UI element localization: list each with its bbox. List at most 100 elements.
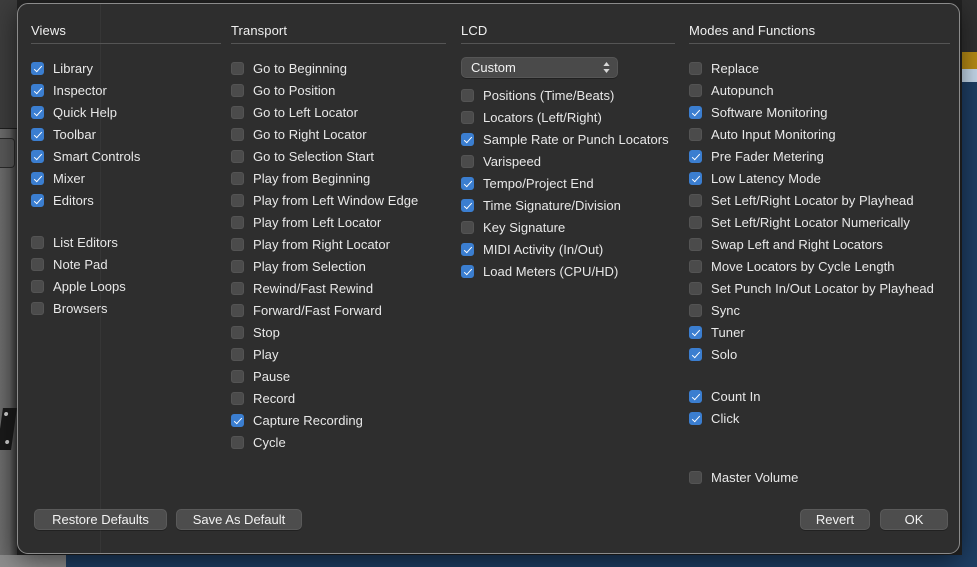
checkbox-row[interactable]: Autopunch [689,79,949,101]
checkbox-row[interactable]: Low Latency Mode [689,167,949,189]
checkbox-checked-icon[interactable] [689,105,702,119]
checkbox-unchecked-icon[interactable] [461,88,474,102]
checkbox-unchecked-icon[interactable] [231,83,244,97]
checkbox-unchecked-icon[interactable] [231,391,244,405]
checkbox-row[interactable]: Pre Fader Metering [689,145,949,167]
checkbox-row[interactable]: Toolbar [31,123,221,145]
checkbox-row[interactable]: Load Meters (CPU/HD) [461,260,681,282]
checkbox-row[interactable]: Forward/Fast Forward [231,299,456,321]
checkbox-unchecked-icon[interactable] [231,435,244,449]
checkbox-row[interactable]: Set Left/Right Locator Numerically [689,211,949,233]
checkbox-row[interactable]: Mixer [31,167,221,189]
checkbox-row[interactable]: Move Locators by Cycle Length [689,255,949,277]
checkbox-checked-icon[interactable] [31,193,44,207]
restore-defaults-button[interactable]: Restore Defaults [34,509,167,530]
checkbox-unchecked-icon[interactable] [231,193,244,207]
checkbox-checked-icon[interactable] [31,83,44,97]
revert-button[interactable]: Revert [800,509,870,530]
checkbox-row[interactable]: Go to Position [231,79,456,101]
checkbox-unchecked-icon[interactable] [231,281,244,295]
checkbox-unchecked-icon[interactable] [231,171,244,185]
checkbox-unchecked-icon[interactable] [689,127,702,141]
checkbox-row[interactable]: Set Left/Right Locator by Playhead [689,189,949,211]
checkbox-row[interactable]: Auto Input Monitoring [689,123,949,145]
checkbox-row[interactable]: Record [231,387,456,409]
checkbox-row[interactable]: Sync [689,299,949,321]
checkbox-row[interactable]: Play [231,343,456,365]
checkbox-row[interactable]: Key Signature [461,216,681,238]
checkbox-unchecked-icon[interactable] [689,237,702,251]
checkbox-unchecked-icon[interactable] [231,237,244,251]
checkbox-unchecked-icon[interactable] [231,149,244,163]
checkbox-row[interactable]: Positions (Time/Beats) [461,84,681,106]
checkbox-row[interactable]: Master Volume [689,466,949,488]
checkbox-row[interactable]: Go to Selection Start [231,145,456,167]
checkbox-unchecked-icon[interactable] [231,325,244,339]
checkbox-row[interactable]: Apple Loops [31,275,221,297]
checkbox-row[interactable]: Sample Rate or Punch Locators [461,128,681,150]
checkbox-row[interactable]: Software Monitoring [689,101,949,123]
checkbox-row[interactable]: Cycle [231,431,456,453]
checkbox-row[interactable]: Set Punch In/Out Locator by Playhead [689,277,949,299]
checkbox-unchecked-icon[interactable] [689,281,702,295]
checkbox-unchecked-icon[interactable] [461,154,474,168]
checkbox-row[interactable]: Play from Beginning [231,167,456,189]
checkbox-row[interactable]: Inspector [31,79,221,101]
checkbox-unchecked-icon[interactable] [689,259,702,273]
save-as-default-button[interactable]: Save As Default [176,509,302,530]
checkbox-row[interactable]: Varispeed [461,150,681,172]
lcd-preset-popup[interactable]: Custom [461,57,618,78]
checkbox-unchecked-icon[interactable] [31,301,44,315]
checkbox-checked-icon[interactable] [689,149,702,163]
checkbox-checked-icon[interactable] [31,127,44,141]
checkbox-checked-icon[interactable] [31,105,44,119]
checkbox-unchecked-icon[interactable] [231,369,244,383]
checkbox-unchecked-icon[interactable] [689,215,702,229]
checkbox-unchecked-icon[interactable] [231,61,244,75]
checkbox-row[interactable]: Editors [31,189,221,211]
checkbox-row[interactable]: Go to Right Locator [231,123,456,145]
checkbox-checked-icon[interactable] [689,325,702,339]
checkbox-row[interactable]: Browsers [31,297,221,319]
checkbox-row[interactable]: Stop [231,321,456,343]
checkbox-unchecked-icon[interactable] [231,105,244,119]
checkbox-checked-icon[interactable] [689,171,702,185]
checkbox-row[interactable]: Go to Left Locator [231,101,456,123]
checkbox-row[interactable]: Library [31,57,221,79]
checkbox-checked-icon[interactable] [31,61,44,75]
checkbox-unchecked-icon[interactable] [689,303,702,317]
checkbox-row[interactable]: Play from Selection [231,255,456,277]
checkbox-unchecked-icon[interactable] [689,470,702,484]
checkbox-unchecked-icon[interactable] [689,83,702,97]
checkbox-unchecked-icon[interactable] [231,259,244,273]
checkbox-row[interactable]: Play from Left Window Edge [231,189,456,211]
checkbox-checked-icon[interactable] [461,264,474,278]
checkbox-checked-icon[interactable] [461,132,474,146]
checkbox-unchecked-icon[interactable] [231,347,244,361]
checkbox-row[interactable]: Pause [231,365,456,387]
checkbox-row[interactable]: Count In [689,385,949,407]
checkbox-row[interactable]: List Editors [31,231,221,253]
checkbox-row[interactable]: Time Signature/Division [461,194,681,216]
checkbox-unchecked-icon[interactable] [461,220,474,234]
checkbox-row[interactable]: Quick Help [31,101,221,123]
checkbox-row[interactable]: Play from Left Locator [231,211,456,233]
checkbox-row[interactable]: Capture Recording [231,409,456,431]
checkbox-unchecked-icon[interactable] [689,61,702,75]
checkbox-unchecked-icon[interactable] [231,127,244,141]
checkbox-row[interactable]: Rewind/Fast Rewind [231,277,456,299]
checkbox-checked-icon[interactable] [461,198,474,212]
checkbox-checked-icon[interactable] [461,176,474,190]
checkbox-unchecked-icon[interactable] [31,235,44,249]
checkbox-unchecked-icon[interactable] [31,257,44,271]
checkbox-row[interactable]: Replace [689,57,949,79]
checkbox-unchecked-icon[interactable] [231,215,244,229]
checkbox-row[interactable]: Smart Controls [31,145,221,167]
checkbox-row[interactable]: Solo [689,343,949,365]
checkbox-checked-icon[interactable] [689,411,702,425]
ok-button[interactable]: OK [880,509,948,530]
checkbox-unchecked-icon[interactable] [31,279,44,293]
checkbox-row[interactable]: Swap Left and Right Locators [689,233,949,255]
checkbox-row[interactable]: Click [689,407,949,429]
checkbox-checked-icon[interactable] [31,171,44,185]
